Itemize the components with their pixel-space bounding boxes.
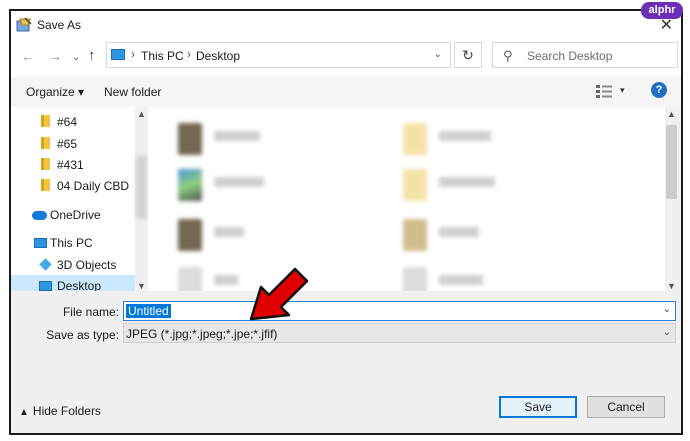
hide-folders-label: Hide Folders	[32, 404, 101, 418]
sidebar-item-64[interactable]: #64	[11, 111, 135, 132]
3d-objects-icon	[39, 258, 52, 271]
sidebar-item-label: 3D Objects	[57, 258, 117, 272]
file-thumbnail	[178, 267, 202, 291]
file-thumbnail	[178, 169, 202, 201]
search-box[interactable]: ⚲	[492, 42, 678, 68]
sidebar-item-431[interactable]: #431	[11, 154, 135, 175]
address-bar[interactable]: › This PC › Desktop ⌄	[106, 42, 451, 68]
save-as-dialog: Save As ✕ ← → ⌄ ↑ › This PC › Desktop ⌄ …	[9, 9, 683, 435]
search-input[interactable]	[527, 47, 675, 65]
file-item[interactable]	[178, 119, 328, 159]
cancel-button[interactable]: Cancel	[587, 396, 665, 418]
breadcrumb-desktop[interactable]: Desktop	[196, 49, 240, 63]
blurred-file-name	[214, 227, 244, 237]
file-item[interactable]	[178, 215, 328, 255]
red-annotation-arrow-icon	[249, 267, 309, 321]
save-as-type-select[interactable]: JPEG (*.jpg;*.jpeg;*.jpe;*.jfif) ⌄	[123, 323, 676, 343]
folder-icon	[41, 115, 50, 127]
title-bar: Save As ✕	[11, 11, 681, 39]
sidebar-item-04-daily-cbd[interactable]: 04 Daily CBD	[11, 175, 135, 196]
sidebar-item-label: #431	[57, 158, 84, 172]
desktop-icon	[39, 281, 52, 291]
scrollbar-thumb[interactable]	[136, 155, 147, 219]
blurred-file-name	[439, 177, 495, 187]
file-thumbnail	[403, 267, 427, 291]
navigation-bar: ← → ⌄ ↑ › This PC › Desktop ⌄ ↻ ⚲	[11, 39, 681, 77]
file-item[interactable]	[403, 263, 553, 291]
navigation-tree: #64 #65 #431 04 Daily CBD OneDrive This …	[11, 107, 135, 291]
breadcrumb-this-pc[interactable]: This PC	[141, 49, 184, 63]
save-as-type-value: JPEG (*.jpg;*.jpeg;*.jpe;*.jfif)	[126, 327, 278, 341]
scrollbar-thumb[interactable]	[666, 125, 677, 199]
sidebar-item-label: #65	[57, 137, 78, 151]
command-toolbar: Organize ▾ New folder ▾ ?	[11, 77, 681, 107]
file-thumbnail	[178, 123, 202, 155]
sidebar-item-label: 04 Daily CBD	[57, 179, 130, 193]
up-arrow-icon[interactable]: ↑	[88, 47, 96, 64]
organize-button[interactable]: Organize ▾	[26, 85, 84, 99]
file-item[interactable]	[178, 165, 328, 205]
refresh-button[interactable]: ↻	[454, 42, 482, 68]
folder-icon	[41, 137, 50, 149]
save-button[interactable]: Save	[499, 396, 577, 418]
help-icon[interactable]: ?	[651, 82, 667, 98]
blurred-file-name	[214, 131, 260, 141]
scroll-down-icon[interactable]: ▼	[137, 281, 146, 291]
sidebar-item-label: This PC	[50, 236, 93, 250]
search-icon: ⚲	[503, 48, 513, 63]
blurred-file-name	[439, 131, 491, 141]
breadcrumb-separator-icon: ›	[187, 47, 191, 61]
file-name-input[interactable]: Untitled ⌄	[123, 301, 676, 321]
file-item[interactable]	[403, 119, 553, 159]
forward-arrow-icon[interactable]: →	[48, 48, 62, 64]
view-dropdown-chevron-icon[interactable]: ▾	[620, 85, 625, 96]
file-thumbnail	[403, 123, 427, 155]
sidebar-item-onedrive[interactable]: OneDrive	[11, 204, 135, 225]
recent-locations-chevron-icon[interactable]: ⌄	[72, 52, 80, 63]
chevron-down-icon[interactable]: ⌄	[663, 304, 671, 315]
sidebar-item-label: Desktop	[57, 279, 102, 291]
file-list-scrollbar[interactable]: ▲ ▼	[665, 107, 678, 291]
sidebar-item-3d-objects[interactable]: 3D Objects	[11, 254, 135, 275]
file-name-value[interactable]: Untitled	[126, 304, 171, 318]
file-thumbnail	[403, 169, 427, 201]
navigation-pane: #64 #65 #431 04 Daily CBD OneDrive This …	[11, 107, 148, 291]
file-list[interactable]	[148, 107, 665, 291]
onedrive-icon	[32, 211, 47, 220]
save-as-type-label: Save as type:	[46, 328, 119, 342]
sidebar-item-label: OneDrive	[50, 208, 101, 222]
file-thumbnail	[178, 219, 202, 251]
folder-icon	[41, 158, 50, 170]
chevron-down-icon[interactable]: ⌄	[663, 327, 671, 338]
sidebar-item-65[interactable]: #65	[11, 133, 135, 154]
file-name-label: File name:	[62, 305, 119, 319]
blurred-file-name	[214, 275, 238, 285]
blurred-file-name	[439, 275, 483, 285]
new-folder-button[interactable]: New folder	[104, 85, 161, 99]
window-title: Save As	[37, 18, 82, 32]
sidebar-item-desktop[interactable]: Desktop	[11, 275, 135, 291]
computer-icon	[111, 49, 125, 60]
chevron-up-icon: ▲	[19, 407, 29, 418]
file-item[interactable]	[403, 215, 553, 255]
scroll-up-icon[interactable]: ▲	[667, 109, 676, 119]
breadcrumb-separator-icon: ›	[131, 47, 135, 61]
save-as-app-icon	[16, 17, 32, 32]
blurred-file-name	[214, 177, 264, 187]
sidebar-item-this-pc[interactable]: This PC	[11, 232, 135, 253]
computer-icon	[34, 238, 47, 248]
chevron-down-icon[interactable]: ⌄	[434, 49, 442, 60]
watermark-badge: alphr	[641, 2, 683, 19]
scroll-up-icon[interactable]: ▲	[137, 109, 146, 119]
file-thumbnail	[403, 219, 427, 251]
back-arrow-icon[interactable]: ←	[21, 48, 35, 64]
file-item[interactable]	[403, 165, 553, 205]
view-options-icon[interactable]	[596, 85, 612, 98]
blurred-file-name	[439, 227, 479, 237]
scroll-down-icon[interactable]: ▼	[667, 281, 676, 291]
hide-folders-button[interactable]: ▲ Hide Folders	[19, 404, 101, 418]
folder-icon	[41, 179, 50, 191]
sidebar-item-label: #64	[57, 115, 78, 129]
navigation-pane-scrollbar[interactable]: ▲ ▼	[135, 107, 148, 291]
